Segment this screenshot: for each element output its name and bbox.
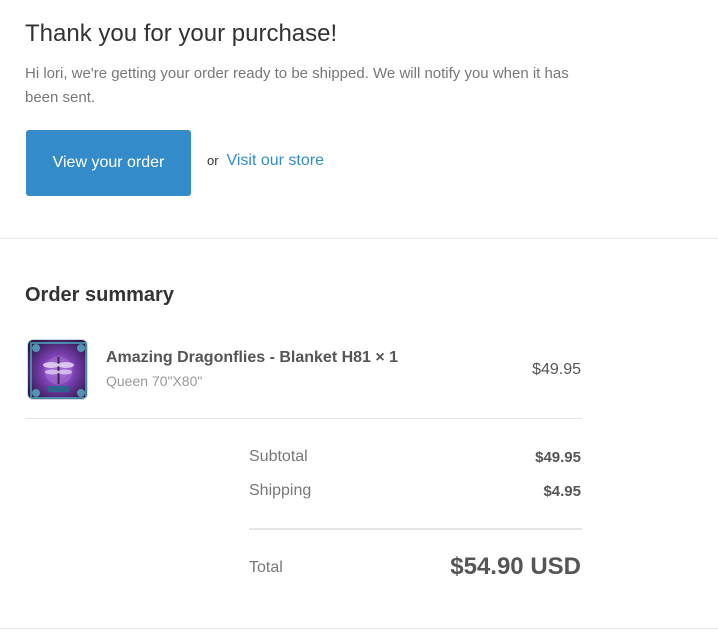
subtotal-label: Subtotal [249,448,308,465]
store-link-line: or Visit our store [207,152,324,170]
totals-divider [249,528,582,530]
dragonfly-blanket-image [28,340,87,399]
product-title: Amazing Dragonflies - Blanket H81 × 1 [106,349,399,366]
shipping-value: $4.95 [543,483,581,500]
page-title: Thank you for your purchase! [25,20,338,47]
section-divider [0,238,718,239]
section-divider-bottom [0,628,718,629]
or-text: or [207,153,219,168]
visit-store-link[interactable]: Visit our store [226,152,324,169]
total-value: $54.90 USD [450,553,581,580]
view-order-button[interactable]: View your order [26,130,191,196]
product-variant: Queen 70"X80" [106,373,203,389]
total-label: Total [249,559,283,576]
subtotal-value: $49.95 [535,449,581,466]
product-thumbnail [27,339,88,400]
confirmation-message: Hi lori, we're getting your order ready … [25,65,569,106]
item-divider [25,418,582,419]
product-price: $49.95 [532,361,581,378]
shipping-label: Shipping [249,482,312,499]
order-summary-title: Order summary [25,284,174,306]
confirmation-header: Thank you for your purchase! Hi lori, we… [0,0,718,238]
